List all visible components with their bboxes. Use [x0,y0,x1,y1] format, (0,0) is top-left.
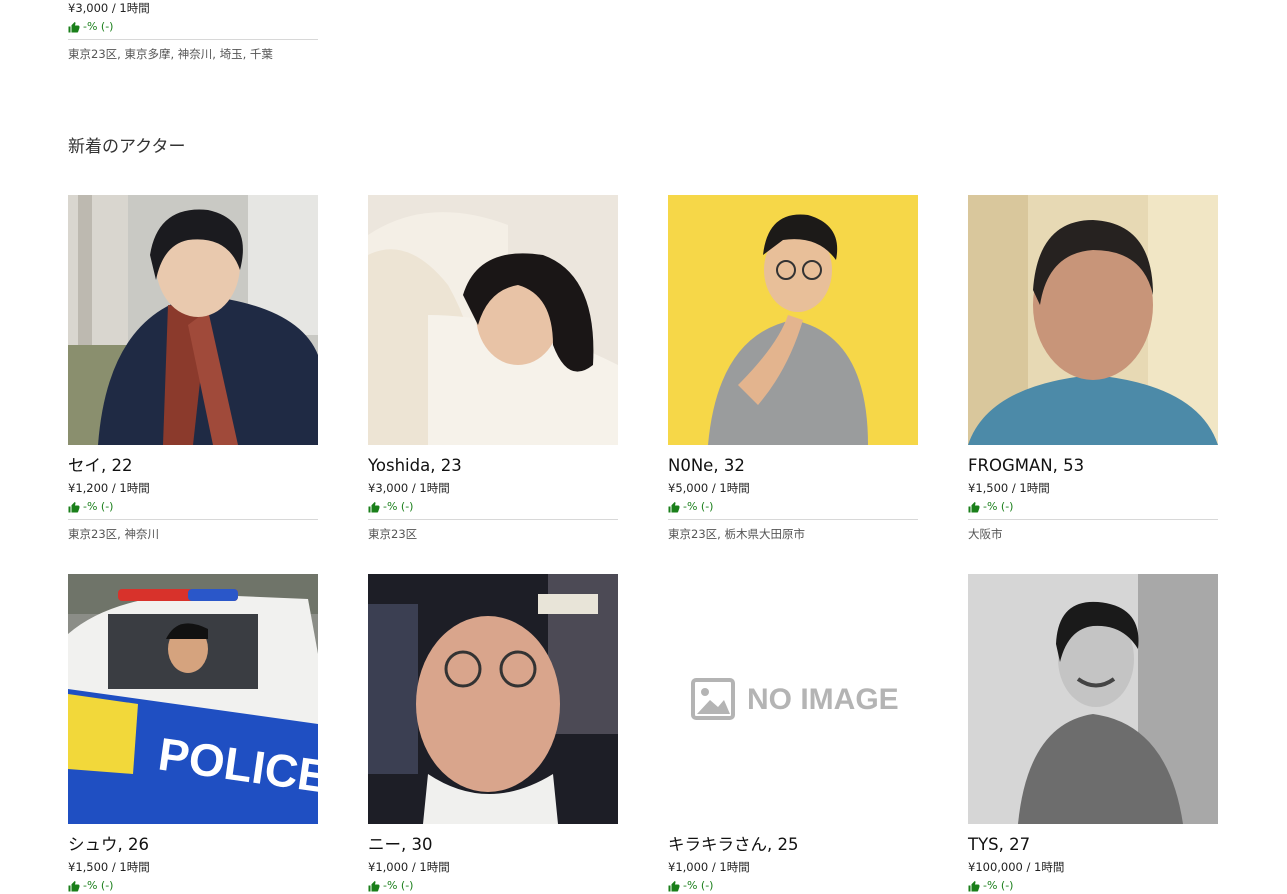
actor-name[interactable]: N0Ne, 32 [668,456,918,476]
rating-text: -% (-) [683,500,714,513]
area: 東京23区 [368,527,418,541]
actor-name[interactable]: セイ, 22 [68,456,318,476]
actor-card[interactable]: NO IMAGE キラキラさん, 25 ¥1,000 / 1時間 -% (-) [668,574,918,894]
price: ¥1,200 / 1時間 [68,481,150,495]
area: 東京23区, 東京多摩, 神奈川, 埼玉, 千葉 [68,47,273,61]
rating: -% (-) [368,499,618,515]
actor-card[interactable]: POLICE シュウ, 26 ¥1,500 / 1時間 -% (-) [68,574,318,894]
actor-card[interactable]: FROGMAN, 53 ¥1,500 / 1時間 -% (-) 大阪市 [968,195,1218,542]
actor-name[interactable]: FROGMAN, 53 [968,456,1218,476]
rating: -% (-) [968,878,1218,894]
divider [68,519,318,520]
rating-text: -% (-) [83,879,114,892]
no-image-text: NO IMAGE [747,683,899,716]
rating: -% (-) [68,878,318,894]
actor-name[interactable]: シュウ, 26 [68,835,318,855]
actor-name[interactable]: キラキラさん, 25 [668,835,918,855]
rating: -% (-) [68,499,318,515]
actor-name[interactable]: ニー, 30 [368,835,618,855]
thumbs-up-icon [68,21,80,32]
thumbs-up-icon [368,880,380,891]
price: ¥100,000 / 1時間 [968,860,1065,874]
rating-text: -% (-) [383,879,414,892]
thumbs-up-icon [668,501,680,512]
rating-text: -% (-) [383,500,414,513]
actor-photo[interactable] [668,195,918,445]
rating: -% (-) [368,878,618,894]
divider [668,519,918,520]
rating: -% (-) [668,499,918,515]
actor-card[interactable]: セイ, 22 ¥1,200 / 1時間 -% (-) 東京23区, 神奈川 [68,195,318,542]
thumbs-up-icon [68,501,80,512]
actor-card[interactable]: TYS, 27 ¥100,000 / 1時間 -% (-) [968,574,1218,894]
actor-photo[interactable] [68,195,318,445]
thumbs-up-icon [968,880,980,891]
rating-text: -% (-) [683,879,714,892]
area: 大阪市 [968,527,1003,541]
actor-photo[interactable] [368,195,618,445]
rating-text: -% (-) [983,879,1014,892]
rating-text: -% (-) [83,20,114,33]
divider [368,519,618,520]
price: ¥1,000 / 1時間 [668,860,750,874]
price: ¥3,000 / 1時間 [68,1,150,15]
actor-card-partial[interactable]: ¥3,000 / 1時間 -% (-) 東京23区, 東京多摩, 神奈川, 埼玉… [68,0,318,62]
price: ¥1,500 / 1時間 [968,481,1050,495]
actor-name[interactable]: Yoshida, 23 [368,456,618,476]
area: 東京23区, 神奈川 [68,527,159,541]
price: ¥3,000 / 1時間 [368,481,450,495]
thumbs-up-icon [368,501,380,512]
actor-photo[interactable] [968,574,1218,824]
rating-text: -% (-) [83,500,114,513]
thumbs-up-icon [668,880,680,891]
actor-photo[interactable] [968,195,1218,445]
actor-photo[interactable] [368,574,618,824]
thumbs-up-icon [68,880,80,891]
actor-card[interactable]: N0Ne, 32 ¥5,000 / 1時間 -% (-) 東京23区, 栃木県大… [668,195,918,542]
section-title: 新着のアクター [68,137,186,157]
actor-photo[interactable]: POLICE [68,574,318,824]
price: ¥1,500 / 1時間 [68,860,150,874]
price: ¥1,000 / 1時間 [368,860,450,874]
rating: -% (-) [968,499,1218,515]
divider [68,39,318,40]
price: ¥5,000 / 1時間 [668,481,750,495]
actor-photo-placeholder[interactable]: NO IMAGE [668,574,918,824]
actor-card[interactable]: Yoshida, 23 ¥3,000 / 1時間 -% (-) 東京23区 [368,195,618,542]
thumbs-up-icon [968,501,980,512]
actor-card[interactable]: ニー, 30 ¥1,000 / 1時間 -% (-) [368,574,618,894]
rating-text: -% (-) [983,500,1014,513]
rating: -% (-) [68,19,318,35]
rating: -% (-) [668,878,918,894]
actor-name[interactable]: TYS, 27 [968,835,1218,855]
divider [968,519,1218,520]
area: 東京23区, 栃木県大田原市 [668,527,805,541]
